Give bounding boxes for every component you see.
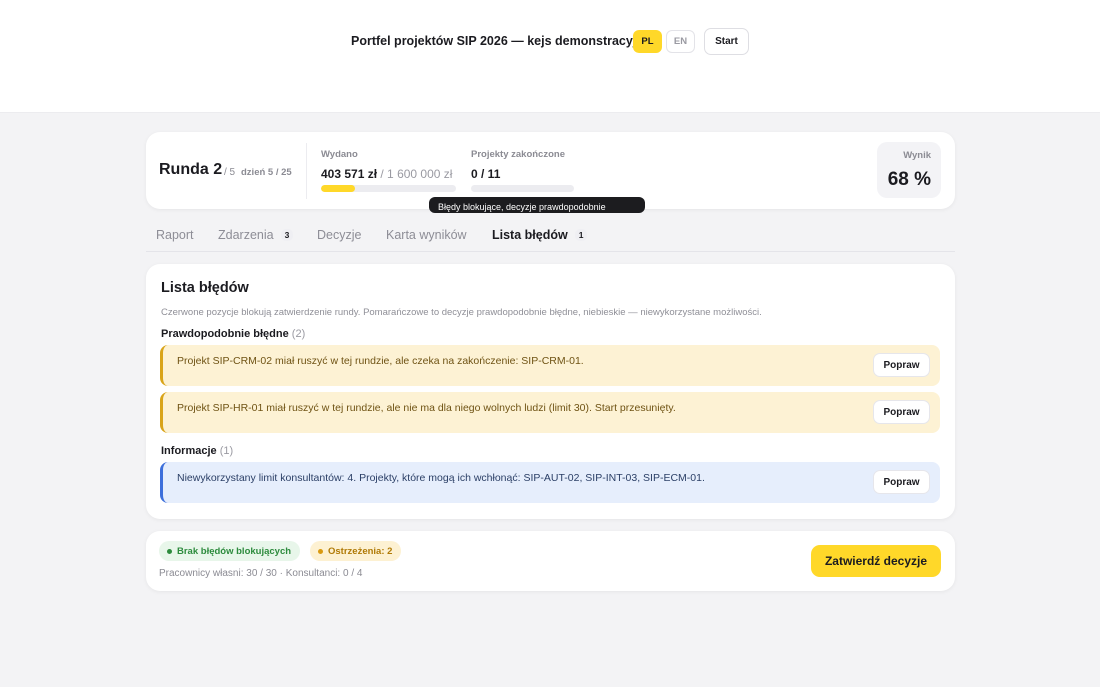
error-list-title: Lista błędów <box>161 280 249 296</box>
round-day: dzień 5 / 25 <box>241 167 292 178</box>
error-list-card: Lista błędów Czerwone pozycje blokują za… <box>146 264 955 519</box>
likely-wrong-heading: Prawdopodobnie błędne (2) <box>161 328 305 340</box>
status-dot-icon <box>167 548 172 554</box>
confirm-bar: Brak błędów blokujących Ostrzeżenia: 2 P… <box>146 531 955 591</box>
round-label: Runda 2 <box>159 161 223 178</box>
projects-progress-bar <box>471 185 574 192</box>
fix-button[interactable]: Popraw <box>873 470 930 494</box>
round-of: / 5 <box>224 167 236 178</box>
tab-lista-bledow[interactable]: Lista błędów 1 <box>492 228 588 242</box>
tab-label: Lista błędów <box>492 228 568 242</box>
warning-item: Projekt SIP-CRM-02 miał ruszyć w tej run… <box>160 345 940 386</box>
workers-summary: Pracownicy własni: 30 / 30 · Konsultanci… <box>159 568 363 579</box>
tab-label: Decyzje <box>317 228 362 242</box>
tab-label: Raport <box>156 228 194 242</box>
tooltip: Błędy blokujące, decyzje prawdopodobnie <box>429 197 645 213</box>
warning-item: Projekt SIP-HR-01 miał ruszyć w tej rund… <box>160 392 940 433</box>
warning-text: Projekt SIP-CRM-02 miał ruszyć w tej run… <box>177 355 584 367</box>
score-value: 68 % <box>887 169 931 190</box>
lang-pl-button[interactable]: PL <box>633 30 662 53</box>
warning-text: Projekt SIP-HR-01 miał ruszyć w tej rund… <box>177 402 676 414</box>
spent-progress-fill <box>321 185 356 192</box>
section-count: (2) <box>291 328 306 340</box>
warnings-badge: Ostrzeżenia: 2 <box>310 541 402 561</box>
status-dot-icon <box>318 548 323 554</box>
tab-raport[interactable]: Raport <box>156 228 194 242</box>
spent-value: 403 571 zł / 1 600 000 zł <box>321 167 452 181</box>
info-heading: Informacje (1) <box>161 445 233 457</box>
fix-button[interactable]: Popraw <box>873 353 930 377</box>
spent-progress-bar <box>321 185 456 192</box>
fix-button[interactable]: Popraw <box>873 400 930 424</box>
start-button[interactable]: Start <box>704 28 749 55</box>
error-list-description: Czerwone pozycje blokują zatwierdzenie r… <box>161 307 762 318</box>
badge-label: Brak błędów blokujących <box>177 545 292 557</box>
top-bar: Portfel projektów SIP 2026 — kejs demons… <box>0 0 1100 113</box>
section-label: Prawdopodobnie błędne <box>161 328 289 340</box>
app-title: Portfel projektów SIP 2026 — kejs demons… <box>351 34 651 48</box>
tab-decyzje[interactable]: Decyzje <box>317 228 361 242</box>
badge-label: Ostrzeżenia: 2 <box>328 545 393 557</box>
spent-label: Wydano <box>321 149 358 160</box>
projects-label: Projekty zakończone <box>471 149 565 160</box>
divider <box>306 143 307 199</box>
tab-zdarzenia[interactable]: Zdarzenia 3 <box>218 228 294 242</box>
score-label: Wynik <box>903 150 931 161</box>
section-label: Informacje <box>161 445 217 457</box>
tab-count-badge: 1 <box>574 229 588 241</box>
lang-en-button[interactable]: EN <box>666 30 695 53</box>
tab-label: Zdarzenia <box>218 228 274 242</box>
info-text: Niewykorzystany limit konsultantów: 4. P… <box>177 472 705 484</box>
tab-label: Karta wyników <box>386 228 467 242</box>
spent-amount: 403 571 zł <box>321 167 378 181</box>
projects-value: 0 / 11 <box>471 167 501 181</box>
tab-bar: Raport Zdarzenia 3 Decyzje Karta wyników… <box>146 222 955 252</box>
score-box: Wynik 68 % <box>877 142 941 198</box>
section-count: (1) <box>219 445 234 457</box>
info-item: Niewykorzystany limit konsultantów: 4. P… <box>160 462 940 503</box>
no-blocking-errors-badge: Brak błędów blokujących <box>159 541 301 561</box>
tab-count-badge: 3 <box>280 229 294 241</box>
tab-karta-wynikow[interactable]: Karta wyników <box>386 228 467 242</box>
spent-total: / 1 600 000 zł <box>380 167 453 181</box>
confirm-decisions-button[interactable]: Zatwierdź decyzje <box>811 545 941 577</box>
